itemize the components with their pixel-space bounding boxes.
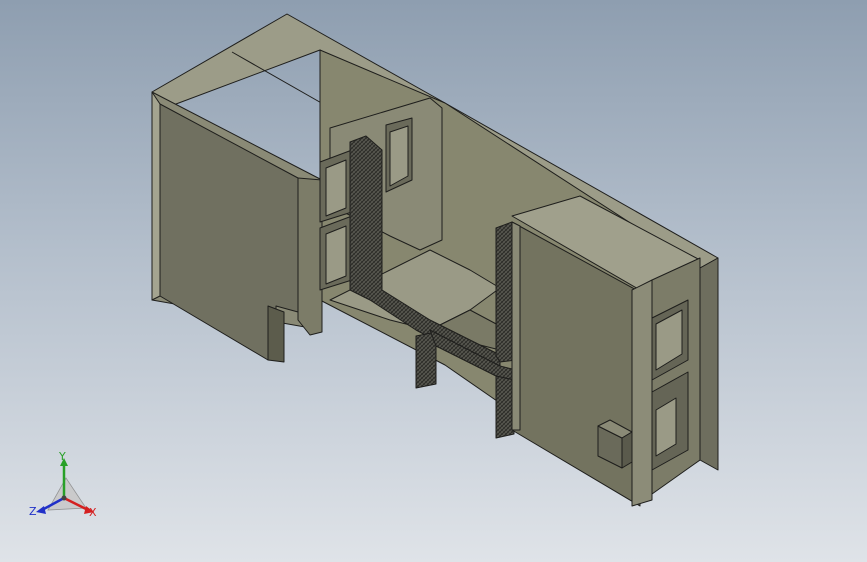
right-column bbox=[631, 279, 653, 507]
left-window-2-inner bbox=[325, 225, 347, 285]
model-view[interactable]: Y X Z bbox=[0, 0, 867, 562]
triad-origin bbox=[61, 495, 67, 501]
left-window-1-inner bbox=[325, 159, 347, 217]
z-axis-label: Z bbox=[29, 505, 37, 518]
x-axis-label: X bbox=[89, 506, 97, 519]
section-cut-lower bbox=[415, 331, 437, 389]
building-section-model[interactable] bbox=[151, 13, 719, 507]
left-side-edge bbox=[151, 91, 161, 301]
cad-viewport[interactable]: Y X Z bbox=[0, 0, 867, 562]
left-notch bbox=[267, 305, 285, 363]
right-front-rim bbox=[511, 221, 521, 431]
section-cut-drop bbox=[495, 375, 515, 439]
y-axis-label: Y bbox=[58, 450, 66, 463]
upper-window-inner bbox=[389, 125, 409, 187]
small-box-side bbox=[621, 431, 633, 469]
left-column bbox=[297, 177, 323, 336]
z-arrow-icon bbox=[36, 506, 46, 514]
axis-triad[interactable]: Y X Z bbox=[29, 450, 97, 519]
roof-right-lip bbox=[699, 257, 719, 471]
